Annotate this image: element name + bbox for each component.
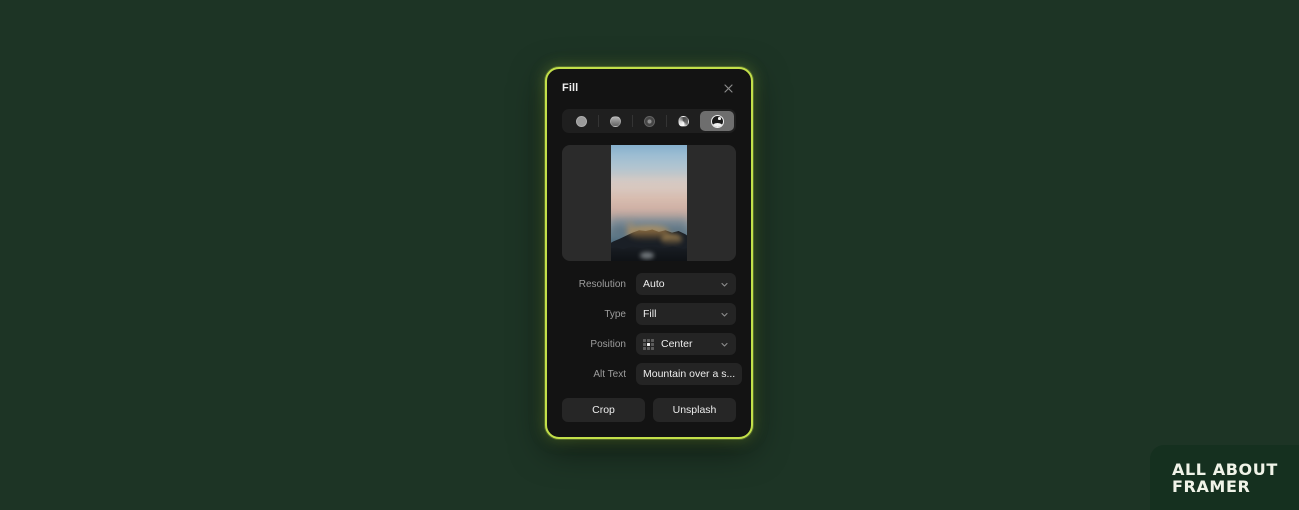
panel-header: Fill — [562, 69, 736, 107]
position-select[interactable]: Center — [636, 333, 736, 355]
watermark-line-1: ALL ABOUT — [1172, 459, 1278, 479]
type-value: Fill — [643, 308, 657, 320]
linear-gradient-icon — [609, 115, 621, 127]
photo-cloud — [611, 196, 687, 215]
type-select[interactable]: Fill — [636, 303, 736, 325]
close-icon[interactable] — [720, 80, 736, 96]
fill-panel: Fill Resolution Auto Type Fill Position … — [545, 67, 753, 439]
position-label: Position — [590, 338, 626, 350]
grid-cell — [643, 346, 646, 350]
grid-cell — [643, 338, 646, 342]
preview-photo — [611, 145, 687, 261]
row-position: Position Center — [562, 333, 736, 355]
grid-cell — [651, 342, 654, 346]
alt-text-input[interactable]: Mountain over a s... — [636, 363, 743, 385]
row-alt-text: Alt Text Mountain over a s... — [562, 363, 743, 385]
alt-text-value: Mountain over a s... — [643, 368, 736, 380]
fill-type-segmented-control — [562, 109, 736, 133]
grid-cell — [647, 338, 650, 342]
fill-type-linear[interactable] — [598, 111, 632, 131]
solid-circle-icon — [575, 115, 587, 127]
photo-cloud — [611, 175, 687, 199]
fill-type-solid[interactable] — [564, 111, 598, 131]
crop-button[interactable]: Crop — [562, 398, 645, 422]
type-label: Type — [604, 308, 626, 320]
fill-type-angular[interactable] — [666, 111, 700, 131]
image-icon — [710, 114, 724, 128]
chevron-down-icon — [720, 310, 729, 319]
chevron-down-icon — [720, 280, 729, 289]
fill-settings-form: Resolution Auto Type Fill Position Cente… — [562, 273, 743, 385]
grid-cell — [643, 342, 646, 346]
page-title: Fill — [562, 82, 579, 94]
alt-text-label: Alt Text — [593, 368, 626, 380]
position-grid-icon[interactable] — [643, 338, 654, 350]
grid-cell — [647, 346, 650, 350]
grid-cell — [651, 346, 654, 350]
photo-snow — [639, 251, 654, 259]
grid-cell-selected — [647, 342, 650, 346]
watermark-line-2: FRAMER — [1172, 476, 1251, 496]
resolution-label: Resolution — [578, 278, 626, 290]
fill-type-image[interactable] — [700, 111, 734, 131]
panel-actions: Crop Unsplash — [562, 398, 736, 422]
resolution-select[interactable]: Auto — [636, 273, 736, 295]
photo-highlight — [661, 234, 683, 245]
resolution-value: Auto — [643, 278, 665, 290]
radial-gradient-icon — [643, 115, 655, 127]
unsplash-button[interactable]: Unsplash — [653, 398, 736, 422]
angular-gradient-icon — [677, 115, 689, 127]
fill-type-radial[interactable] — [632, 111, 666, 131]
position-value: Center — [661, 338, 693, 350]
image-preview[interactable] — [562, 145, 736, 261]
row-resolution: Resolution Auto — [562, 273, 736, 295]
chevron-down-icon — [720, 340, 729, 349]
grid-cell — [651, 338, 654, 342]
row-type: Type Fill — [562, 303, 736, 325]
watermark-logo: ALL ABOUT FRAMER — [1150, 445, 1299, 510]
